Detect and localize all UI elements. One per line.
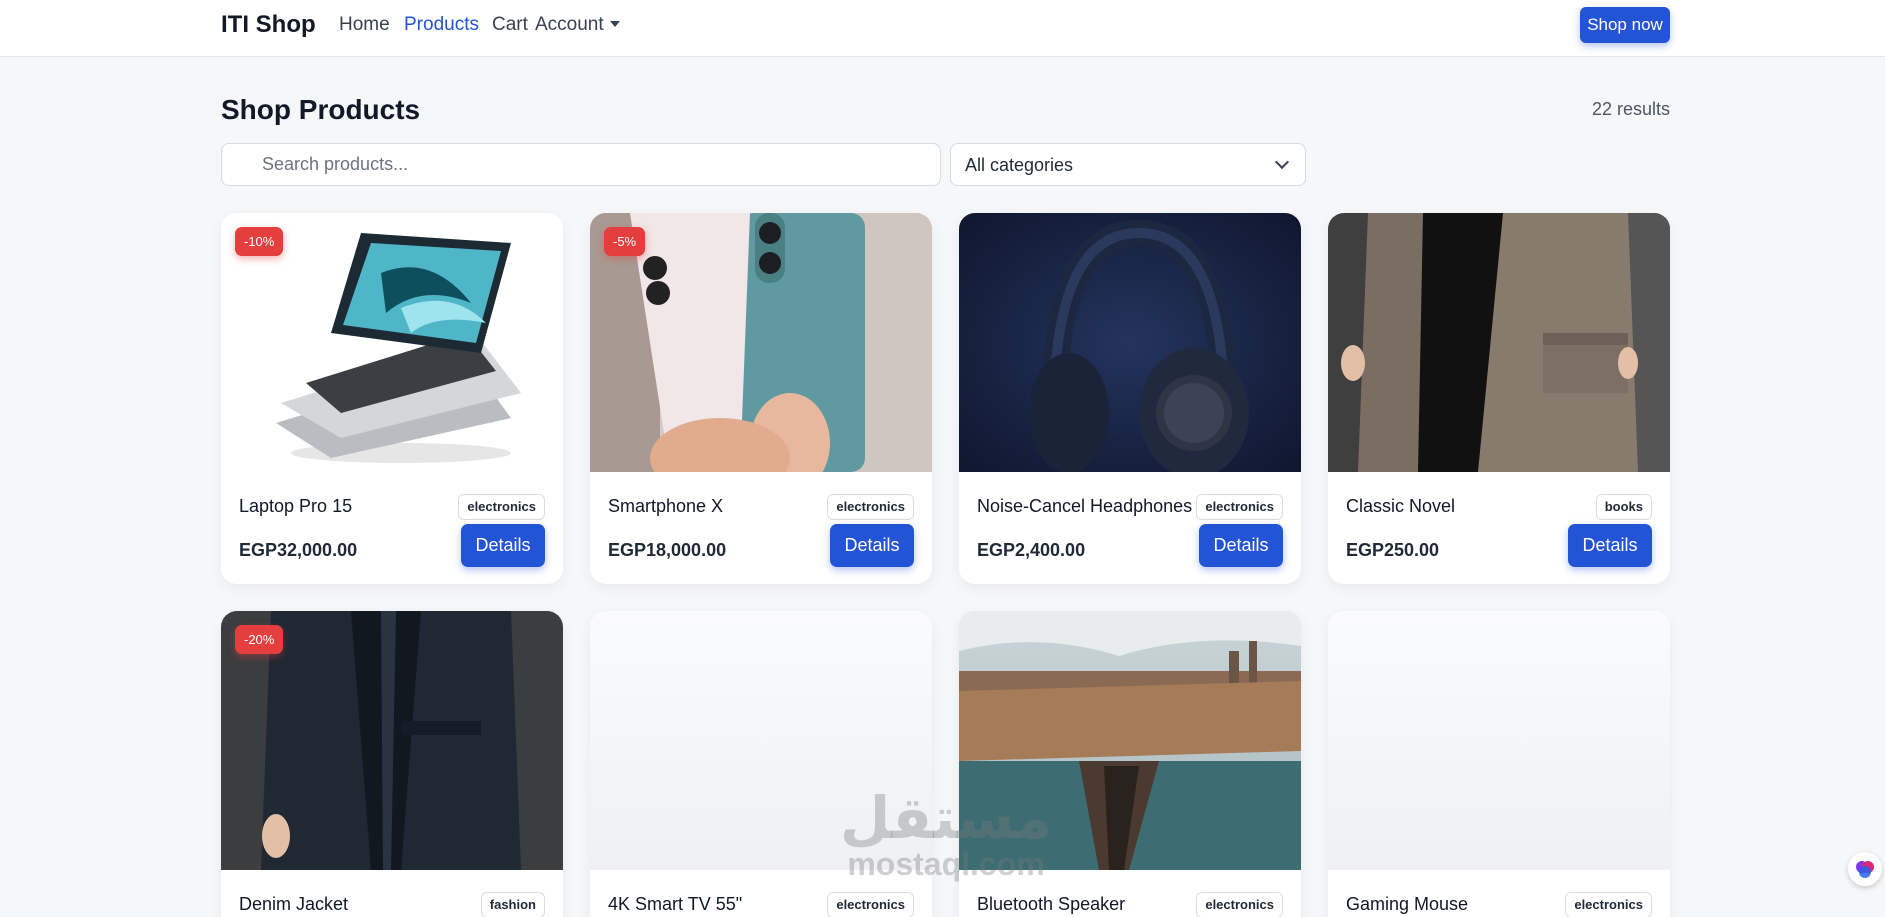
product-image-placeholder[interactable] [590, 611, 932, 870]
product-image-headphones[interactable] [959, 213, 1301, 472]
details-button[interactable]: Details [1199, 524, 1283, 567]
product-card: -20% Denim Jacket fashion [221, 611, 563, 917]
navbar: ITI Shop Home Products Cart Account Shop… [0, 0, 1885, 57]
discount-badge: -5% [604, 227, 646, 256]
product-name: Laptop Pro 15 [239, 496, 353, 516]
chevron-down-icon [1274, 154, 1290, 170]
category-tag: electronics [458, 494, 545, 520]
details-button[interactable]: Details [830, 524, 914, 567]
search-box [221, 143, 941, 186]
product-card: 4K Smart TV 55" electronics [590, 611, 932, 917]
product-name: 4K Smart TV 55" [608, 894, 743, 914]
search-input[interactable] [222, 144, 940, 185]
category-select[interactable]: All categories [950, 143, 1306, 186]
category-tag: electronics [1196, 892, 1283, 917]
shop-now-button[interactable]: Shop now [1580, 7, 1670, 43]
product-card: Bluetooth Speaker electronics [959, 611, 1301, 917]
page-title: Shop Products [221, 94, 421, 125]
category-tag: electronics [1565, 892, 1652, 917]
assistant-fab[interactable] [1848, 852, 1882, 886]
category-tag: electronics [1196, 494, 1283, 520]
brain-icon [1856, 861, 1874, 878]
product-price: EGP2,400.00 [977, 540, 1086, 560]
nav-home[interactable]: Home [339, 14, 390, 36]
product-card: -10% Laptop Pro 15 electronics EGP32,000… [221, 213, 563, 584]
product-name: Gaming Mouse [1346, 894, 1469, 914]
results-count: 22 results [1591, 99, 1670, 119]
nav-account-dropdown[interactable]: Account [535, 14, 620, 36]
product-card: Classic Novel books EGP250.00 Details [1328, 213, 1670, 584]
product-card: -5% Smartphone X electronics EGP18,000.0… [590, 213, 932, 584]
category-tag: electronics [827, 892, 914, 917]
product-name: Smartphone X [608, 496, 724, 516]
nav-account-label: Account [535, 14, 604, 35]
product-name: Noise-Cancel Headphones [977, 496, 1193, 516]
product-name: Bluetooth Speaker [977, 894, 1126, 914]
product-image-novel[interactable] [1328, 213, 1670, 472]
product-card: Noise-Cancel Headphones electronics EGP2… [959, 213, 1301, 584]
details-button[interactable]: Details [1568, 524, 1652, 567]
caret-down-icon [609, 21, 620, 27]
discount-badge: -20% [235, 625, 284, 654]
details-button[interactable]: Details [461, 524, 545, 567]
category-tag: electronics [827, 494, 914, 520]
product-price: EGP32,000.00 [239, 540, 358, 560]
category-select-value: All categories [965, 155, 1074, 175]
product-image-bluetooth-speaker[interactable] [959, 611, 1301, 870]
nav-products[interactable]: Products [404, 14, 479, 36]
category-tag: books [1595, 494, 1652, 520]
discount-badge: -10% [235, 227, 284, 256]
product-image-placeholder[interactable] [1328, 611, 1670, 870]
product-price: EGP18,000.00 [608, 540, 727, 560]
product-card: Gaming Mouse electronics [1328, 611, 1670, 917]
product-price: EGP250.00 [1346, 540, 1440, 560]
brand-logo[interactable]: ITI Shop [221, 11, 316, 39]
nav-cart[interactable]: Cart [492, 14, 528, 36]
category-tag: fashion [480, 892, 545, 917]
product-name: Denim Jacket [239, 894, 349, 914]
product-name: Classic Novel [1346, 496, 1456, 516]
